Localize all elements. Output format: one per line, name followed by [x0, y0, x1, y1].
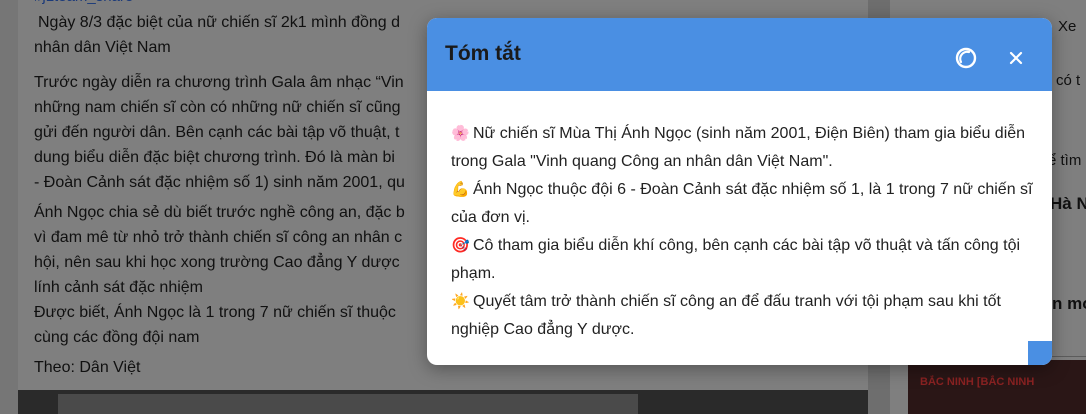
sidebar-fragment[interactable]: Xe: [1058, 18, 1076, 35]
close-icon[interactable]: [1004, 46, 1028, 70]
summary-item: ☀️ Quyết tâm trở thành chiến sĩ công an đ…: [451, 288, 1036, 344]
summary-item: 🌸 Nữ chiến sĩ Mùa Thị Ánh Ngọc (sinh năm …: [451, 120, 1036, 176]
sidebar-fragment: n mo: [1052, 294, 1086, 313]
article-photo: [18, 390, 868, 414]
summary-item: 💪 Ánh Ngọc thuộc đội 6 - Đoàn Cảnh sát đặ…: [451, 176, 1036, 232]
summary-modal: Tóm tắt 🌸 Nữ chiến sĩ Mùa Thị Ánh Ngọc (s…: [427, 18, 1052, 365]
sidebar-fragment: có t: [1056, 72, 1081, 89]
summary-item-text: Quyết tâm trở thành chiến sĩ công an để …: [451, 293, 1001, 338]
summary-item-text: Nữ chiến sĩ Mùa Thị Ánh Ngọc (sinh năm 2…: [451, 125, 1026, 170]
target-icon: 🎯: [451, 237, 470, 254]
page-left-margin: [0, 0, 18, 414]
modal-header: Tóm tắt: [427, 18, 1052, 91]
flower-icon: 🌸: [451, 125, 470, 142]
modal-title: Tóm tắt: [445, 42, 521, 65]
summary-item: 🎯 Cô tham gia biểu diễn khí công, bên cạn…: [451, 232, 1036, 288]
refresh-icon[interactable]: [954, 46, 978, 70]
thumbnail-caption: BẮC NINH [BẮC NINH: [920, 376, 1035, 388]
sun-icon: ☀️: [451, 293, 470, 310]
hashtag-link[interactable]: #jLteam_share: [34, 0, 133, 9]
summary-item-text: Ánh Ngọc thuộc đội 6 - Đoàn Cảnh sát đặc…: [451, 181, 1033, 226]
sidebar-fragment: Hà N: [1050, 194, 1086, 213]
summary-list: 🌸 Nữ chiến sĩ Mùa Thị Ánh Ngọc (sinh năm …: [451, 120, 1036, 344]
summary-item-text: Cô tham gia biểu diễn khí công, bên cạnh…: [451, 237, 1021, 282]
resize-handle[interactable]: [1028, 341, 1052, 365]
flexed-arm-icon: 💪: [451, 181, 470, 198]
sidebar-fragment: ể tìm: [1048, 152, 1082, 169]
